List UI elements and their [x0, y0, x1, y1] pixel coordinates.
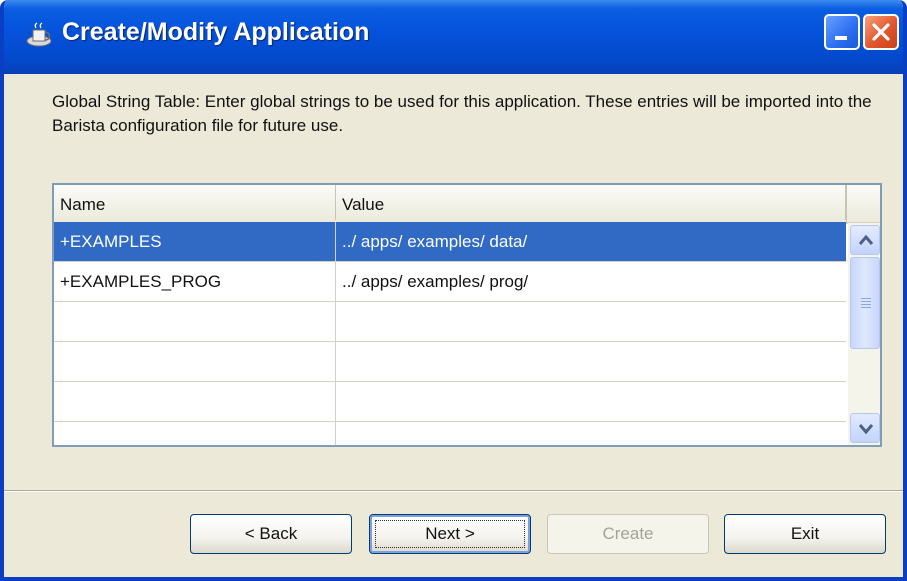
column-header-value[interactable]: Value [336, 185, 846, 220]
global-string-table[interactable]: Name Value +EXAMPLES ../ apps/ examples/… [52, 183, 882, 447]
vertical-scrollbar[interactable] [848, 223, 880, 445]
table-row[interactable] [54, 302, 846, 342]
back-button[interactable]: < Back [190, 514, 352, 554]
value-cell[interactable] [336, 342, 846, 381]
table-row[interactable]: +EXAMPLES ../ apps/ examples/ data/ [54, 222, 846, 262]
grip-line [861, 304, 871, 305]
table-row[interactable] [54, 342, 846, 382]
name-cell[interactable] [54, 342, 336, 381]
header-corner [846, 185, 880, 224]
minimize-button[interactable] [824, 14, 860, 50]
next-button[interactable]: Next > [369, 514, 531, 554]
table-row[interactable]: +EXAMPLES_PROG ../ apps/ examples/ prog/ [54, 262, 846, 302]
instructions-text: Global String Table: Enter global string… [52, 92, 872, 135]
exit-button[interactable]: Exit [724, 514, 886, 554]
table-row[interactable] [54, 422, 846, 445]
value-cell[interactable]: ../ apps/ examples/ data/ [336, 222, 846, 261]
name-cell[interactable] [54, 302, 336, 341]
column-header-name[interactable]: Name [54, 185, 336, 220]
focus-rectangle [375, 520, 525, 548]
grip-line [861, 301, 871, 302]
button-area-divider [4, 490, 903, 492]
value-cell[interactable]: ../ apps/ examples/ prog/ [336, 262, 846, 301]
value-cell[interactable] [336, 382, 846, 421]
name-cell[interactable] [54, 382, 336, 421]
window-title: Create/Modify Application [62, 18, 370, 46]
grip-line [861, 298, 871, 299]
table-row[interactable] [54, 382, 846, 422]
application-icon [26, 22, 52, 47]
title-bar[interactable]: Create/Modify Application [4, 0, 903, 74]
create-modify-application-window: Create/Modify Application Global String … [0, 0, 907, 581]
name-cell[interactable]: +EXAMPLES_PROG [54, 262, 336, 301]
close-button[interactable] [863, 14, 899, 50]
grip-line [861, 307, 871, 308]
create-button: Create [547, 514, 709, 554]
chevron-down-icon [858, 424, 874, 434]
table-header: Name Value [54, 185, 846, 224]
value-cell[interactable] [336, 302, 846, 341]
name-cell[interactable]: +EXAMPLES [54, 222, 336, 261]
close-icon [872, 23, 890, 41]
scroll-thumb[interactable] [850, 257, 880, 349]
value-cell[interactable] [336, 422, 846, 445]
name-cell[interactable] [54, 422, 336, 445]
scroll-up-button[interactable] [850, 225, 880, 255]
chevron-up-icon [858, 234, 874, 245]
scroll-down-button[interactable] [850, 413, 880, 443]
